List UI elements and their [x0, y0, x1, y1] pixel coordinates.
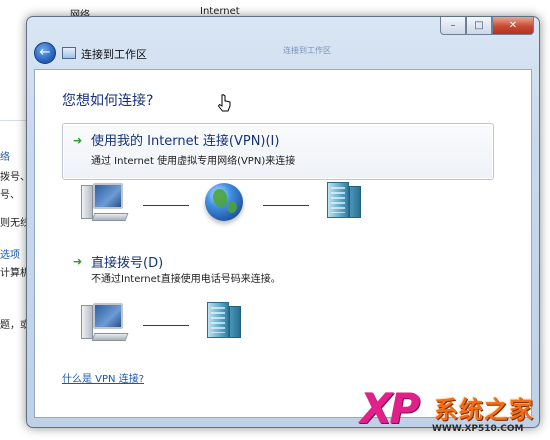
workplace-icon	[62, 47, 76, 59]
watermark-name: 系统之家	[434, 396, 534, 424]
option-description: 通过 Internet 使用虚拟专用网络(VPN)来连接	[91, 156, 296, 167]
mouse-cursor-icon	[218, 94, 231, 112]
globe-icon	[205, 183, 243, 221]
minimize-button[interactable]: –	[440, 17, 466, 35]
green-arrow-icon: ➜	[73, 255, 83, 268]
page-title: 您想如何连接?	[62, 93, 154, 109]
watermark-xp: XP	[360, 384, 420, 433]
connection-line	[143, 325, 189, 326]
connection-line	[263, 205, 309, 206]
maximize-button[interactable]: □	[466, 17, 492, 35]
option-title: 使用我的 Internet 连接(VPN)(I)	[91, 134, 280, 149]
what-is-vpn-link[interactable]: 什么是 VPN 连接?	[62, 370, 144, 385]
watermark-url: WWW.XP510.COM	[432, 424, 524, 434]
background-fragment-link: 络	[0, 152, 10, 163]
server-icon	[323, 182, 363, 220]
background-fragment: 号、	[0, 190, 20, 201]
server-icon	[203, 302, 243, 340]
connect-to-workplace-dialog: – □ ✕ ← 连接到工作区 连接到工作区 您想如何连接? ➜ 使用我的 Int…	[26, 16, 540, 428]
close-button[interactable]: ✕	[492, 17, 534, 35]
computer-icon	[81, 303, 129, 343]
connection-line	[143, 205, 189, 206]
green-arrow-icon: ➜	[73, 134, 83, 147]
watermark-logo: XP 系统之家 WWW.XP510.COM	[360, 384, 550, 440]
computer-icon	[81, 183, 129, 223]
option-description: 不通过Internet直接使用电话号码来连接。	[91, 274, 281, 285]
background-fragment-link: 选项	[0, 250, 20, 261]
navigation-bar: ← 连接到工作区 连接到工作区	[31, 39, 535, 67]
option-title: 直接拨号(D)	[91, 256, 164, 271]
background-left-panel: 络 拨号、 号、 则无线 选项 计算机 题，或	[0, 20, 30, 440]
caption-buttons: – □ ✕	[440, 17, 534, 36]
option-use-internet-vpn[interactable]: ➜ 使用我的 Internet 连接(VPN)(I) 通过 Internet 使…	[62, 123, 494, 180]
option-dial-directly[interactable]: ➜ 直接拨号(D) 不通过Internet直接使用电话号码来连接。	[62, 245, 494, 285]
back-arrow-icon[interactable]: ←	[34, 42, 56, 64]
dialog-content: 您想如何连接? ➜ 使用我的 Internet 连接(VPN)(I) 通过 In…	[34, 69, 532, 418]
title-bar-faint-text: 连接到工作区	[283, 46, 331, 55]
dialog-title: 连接到工作区	[81, 48, 147, 61]
background-divider	[0, 120, 26, 121]
